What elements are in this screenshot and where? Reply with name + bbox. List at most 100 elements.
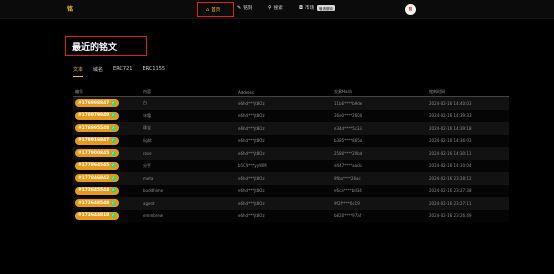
time-cell: 2024-02-16 23:26:49 bbox=[429, 213, 472, 219]
page-title: 最近的铭文 bbox=[72, 42, 118, 53]
top-navbar: 铭 ⌂ 首页 ✎ 铭刻 ⚲ 搜索 ◘ 市场 敬请期待 铭 bbox=[0, 0, 554, 19]
inscription-id-badge[interactable]: #173644818 ✓ bbox=[75, 211, 119, 220]
inscription-id-badge[interactable]: #177846842 ✓ bbox=[75, 174, 119, 183]
content-cell: 分手 bbox=[143, 162, 151, 168]
coming-soon-badge: 敬请期待 bbox=[317, 5, 335, 11]
nav-write-label: 铭刻 bbox=[243, 6, 253, 11]
address-cell[interactable]: e6hd***jt8Oz bbox=[238, 113, 334, 118]
inscription-id: #173644818 bbox=[78, 213, 110, 219]
time-cell: 2024-02-16 14:36:03 bbox=[429, 138, 472, 144]
page-title-box: 最近的铭文 bbox=[65, 36, 147, 56]
inscription-id: #178995548 bbox=[78, 125, 110, 131]
nav-search[interactable]: ⚲ 搜索 bbox=[268, 5, 283, 11]
tab-domain[interactable]: 域名 bbox=[93, 66, 103, 77]
address-cell[interactable]: e6hd***jt8Oz bbox=[238, 176, 334, 181]
table-row[interactable]: #178916847 ✓ light e6hd***jt8Oz b385****… bbox=[73, 134, 509, 147]
logo[interactable]: 铭 bbox=[67, 4, 73, 13]
inscription-id-badge[interactable]: #177864545 ✓ bbox=[75, 161, 119, 170]
inscription-id: #178916847 bbox=[78, 138, 110, 144]
inscription-id: #177846842 bbox=[78, 175, 110, 181]
inscription-id: #173648548 bbox=[78, 200, 110, 206]
inscription-id-badge[interactable]: #178998847 ✓ bbox=[75, 99, 119, 108]
time-cell: 2024-02-16 14:30:11 bbox=[429, 150, 472, 156]
check-icon: ✓ bbox=[110, 163, 116, 169]
check-icon: ✓ bbox=[110, 175, 116, 181]
table-row[interactable]: #173645544 ✓ buddhime e6hd***jt8Oz e6ca*… bbox=[73, 184, 509, 197]
hash-cell[interactable]: 9fba****26ac bbox=[334, 176, 429, 181]
inscription-id-badge[interactable]: #173645544 ✓ bbox=[75, 186, 119, 195]
inscription-id: #178979849 bbox=[78, 113, 110, 119]
content-cell: agent bbox=[143, 200, 155, 206]
hash-cell[interactable]: b385****865a bbox=[334, 138, 429, 143]
nav-search-label: 搜索 bbox=[273, 6, 283, 11]
address-cell[interactable]: e6hd***jt8Oz bbox=[238, 101, 334, 106]
hash-cell[interactable]: e6ca****bd34 bbox=[334, 188, 429, 193]
check-icon: ✓ bbox=[110, 213, 116, 219]
avatar[interactable]: 铭 bbox=[405, 4, 416, 15]
content-cell: meta bbox=[143, 175, 154, 181]
nav-market-label: 市场 bbox=[304, 6, 315, 11]
id-cell: #173644818 ✓ bbox=[73, 211, 143, 220]
bag-icon: ◘ bbox=[299, 5, 303, 11]
id-cell: #178995548 ✓ bbox=[73, 124, 143, 133]
hash-cell[interactable]: e34d****5c33 bbox=[334, 126, 429, 131]
table-row[interactable]: #173644818 ✓ emmbrew e6hd***jt8Oz b820**… bbox=[73, 209, 509, 222]
nav-home[interactable]: ⌂ 首页 bbox=[197, 2, 234, 17]
hash-cell[interactable]: d447****aacb bbox=[334, 163, 429, 168]
check-icon: ✓ bbox=[110, 100, 116, 106]
time-cell: 2024-02-16 23:28:12 bbox=[429, 175, 472, 181]
inscription-id: #178998847 bbox=[78, 100, 110, 106]
table-row[interactable]: #178998847 ✓ 白 e6hd***jt8Oz 11b6****b9de… bbox=[73, 97, 509, 110]
inscription-id-badge[interactable]: #173648548 ✓ bbox=[75, 199, 119, 208]
check-icon: ✓ bbox=[110, 200, 116, 206]
table-row[interactable]: #178979849 ✓ 冰霜 e6hd***jt8Oz 36e0****260… bbox=[73, 109, 509, 122]
address-cell[interactable]: e6hd***jt8Oz bbox=[238, 213, 334, 218]
table-row[interactable]: #177864545 ✓ 分手 b5C9***yyWM d447****aacb… bbox=[73, 159, 509, 172]
inscription-id-badge[interactable]: #178979849 ✓ bbox=[75, 111, 119, 120]
content-cell: 冰霜 bbox=[143, 112, 151, 118]
address-cell[interactable]: e6hd***jt8Oz bbox=[238, 126, 334, 131]
hash-cell[interactable]: 2580****20bd bbox=[334, 151, 429, 156]
address-cell[interactable]: e6hd***jt8Oz bbox=[238, 138, 334, 143]
content-cell: 白 bbox=[143, 100, 147, 106]
check-icon: ✓ bbox=[110, 138, 116, 144]
inscriptions-table: 编号 内容 Address 交易Hash 铭刻时间 #178998847 ✓ 白… bbox=[73, 88, 509, 222]
content-cell: buddhime bbox=[143, 188, 164, 194]
hash-cell[interactable]: 9f2f****6c19 bbox=[334, 201, 429, 206]
hash-cell[interactable]: b820****97af bbox=[334, 213, 429, 218]
inscription-id-badge[interactable]: #177900845 ✓ bbox=[75, 149, 119, 158]
table-row[interactable]: #177846842 ✓ meta e6hd***jt8Oz 9fba****2… bbox=[73, 172, 509, 185]
address-cell[interactable]: e6hd***jt8Oz bbox=[238, 151, 334, 156]
pen-icon: ✎ bbox=[237, 5, 242, 11]
hash-cell[interactable]: 36e0****2600 bbox=[334, 113, 429, 118]
inscription-id-badge[interactable]: #178916847 ✓ bbox=[75, 136, 119, 145]
header-time: 铭刻时间 bbox=[429, 89, 445, 94]
table-body: #178998847 ✓ 白 e6hd***jt8Oz 11b6****b9de… bbox=[73, 97, 509, 222]
check-icon: ✓ bbox=[110, 188, 116, 194]
tab-erc1155[interactable]: ERC1155 bbox=[142, 66, 165, 77]
nav-write[interactable]: ✎ 铭刻 bbox=[237, 5, 252, 11]
table-row[interactable]: #173648548 ✓ agent e6hd***jt8Oz 9f2f****… bbox=[73, 197, 509, 210]
address-cell[interactable]: e6hd***jt8Oz bbox=[238, 188, 334, 193]
table-row[interactable]: #177900845 ✓ rose e6hd***jt8Oz 2580****2… bbox=[73, 147, 509, 160]
header-address: Address bbox=[238, 89, 254, 95]
id-cell: #178979849 ✓ bbox=[73, 111, 143, 120]
nav-market[interactable]: ◘ 市场 敬请期待 bbox=[299, 5, 335, 11]
tab-erc721[interactable]: ERC721 bbox=[113, 66, 132, 77]
time-cell: 2024-02-16 23:27:38 bbox=[429, 188, 472, 194]
table-row[interactable]: #178995548 ✓ 珠宝 e6hd***jt8Oz e34d****5c3… bbox=[73, 122, 509, 135]
content-cell: emmbrew bbox=[143, 213, 164, 219]
id-cell: #173645544 ✓ bbox=[73, 186, 143, 195]
check-icon: ✓ bbox=[110, 125, 116, 131]
address-cell[interactable]: b5C9***yyWM bbox=[238, 163, 334, 168]
header-hash: 交易Hash bbox=[334, 89, 353, 94]
time-cell: 2024-02-16 14:39:33 bbox=[429, 113, 472, 119]
time-cell: 2024-02-16 14:30:04 bbox=[429, 163, 472, 169]
inscription-id-badge[interactable]: #178995548 ✓ bbox=[75, 124, 119, 133]
content-cell: 珠宝 bbox=[143, 125, 151, 131]
tab-text[interactable]: 文本 bbox=[73, 66, 84, 77]
address-cell[interactable]: e6hd***jt8Oz bbox=[238, 201, 334, 206]
id-cell: #177900845 ✓ bbox=[73, 149, 143, 158]
hash-cell[interactable]: 11b6****b9de bbox=[334, 101, 429, 106]
type-tabs: 文本 域名 ERC721 ERC1155 bbox=[73, 66, 165, 77]
